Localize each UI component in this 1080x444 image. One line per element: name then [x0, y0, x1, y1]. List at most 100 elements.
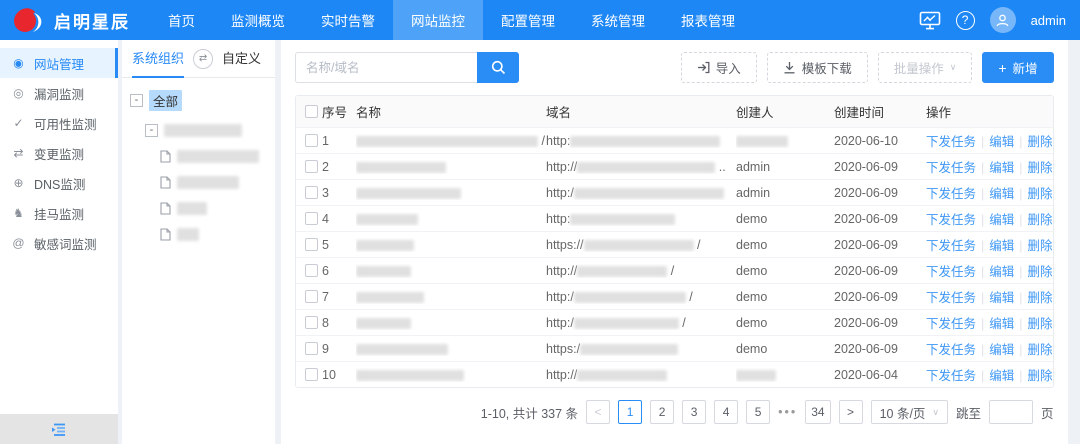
- tree-root-node[interactable]: - 全部: [130, 90, 267, 111]
- row-checkbox[interactable]: [305, 290, 318, 303]
- row-checkbox[interactable]: [305, 134, 318, 147]
- edit-link[interactable]: 编辑: [989, 213, 1014, 227]
- last-page-button[interactable]: 34: [805, 400, 830, 424]
- sidebar-item[interactable]: ⊕DNS监测: [0, 168, 118, 198]
- username-label[interactable]: admin: [1031, 13, 1066, 28]
- edit-link[interactable]: 编辑: [989, 317, 1014, 331]
- page-button-3[interactable]: 3: [682, 400, 706, 424]
- delete-link[interactable]: 删除: [1028, 187, 1053, 201]
- domain-prefix: http:/: [546, 186, 574, 200]
- dispatch-task-link[interactable]: 下发任务: [926, 187, 976, 201]
- page-ellipsis: •••: [778, 405, 797, 419]
- create-time-cell: 2020-06-09: [834, 290, 926, 304]
- tab-system-organization[interactable]: 系统组织: [132, 40, 184, 78]
- edit-link[interactable]: 编辑: [989, 239, 1014, 253]
- delete-link[interactable]: 删除: [1028, 369, 1053, 383]
- dispatch-task-link[interactable]: 下发任务: [926, 317, 976, 331]
- collapse-expander-icon[interactable]: -: [145, 124, 158, 137]
- nav-item-5[interactable]: 配置管理: [483, 0, 573, 40]
- table-header-row: 序号 名称 域名 创建人 创建时间 操作: [296, 96, 1053, 127]
- edit-link[interactable]: 编辑: [989, 291, 1014, 305]
- delete-link[interactable]: 删除: [1028, 343, 1053, 357]
- delete-link[interactable]: 删除: [1028, 265, 1053, 279]
- sidebar-item[interactable]: @敏感词监测: [0, 228, 118, 258]
- collapse-expander-icon[interactable]: -: [130, 94, 143, 107]
- nav-item-4[interactable]: 网站监控: [393, 0, 483, 40]
- row-checkbox[interactable]: [305, 264, 318, 277]
- action-separator: |: [1019, 291, 1022, 305]
- dispatch-task-link[interactable]: 下发任务: [926, 239, 976, 253]
- tree-root-label[interactable]: 全部: [149, 90, 182, 111]
- page-size-select[interactable]: 10 条/页 ∨: [871, 400, 948, 424]
- template-download-button[interactable]: 模板下载: [767, 52, 868, 83]
- prev-page-button[interactable]: <: [586, 400, 610, 424]
- edit-link[interactable]: 编辑: [989, 265, 1014, 279]
- nav-item-1[interactable]: 首页: [150, 0, 213, 40]
- table-row: 5https:// /demo2020-06-09下发任务|编辑|删除: [296, 231, 1053, 257]
- delete-link[interactable]: 删除: [1028, 161, 1053, 175]
- edit-link[interactable]: 编辑: [989, 369, 1014, 383]
- edit-link[interactable]: 编辑: [989, 135, 1014, 149]
- delete-link[interactable]: 删除: [1028, 213, 1053, 227]
- nav-item-6[interactable]: 系统管理: [573, 0, 663, 40]
- batch-operation-label: 批量操作: [894, 58, 944, 77]
- row-checkbox[interactable]: [305, 342, 318, 355]
- edit-link[interactable]: 编辑: [989, 187, 1014, 201]
- avatar[interactable]: [990, 7, 1016, 33]
- dispatch-task-link[interactable]: 下发任务: [926, 291, 976, 305]
- jump-page-input[interactable]: [989, 400, 1033, 424]
- dispatch-task-link[interactable]: 下发任务: [926, 265, 976, 279]
- row-checkbox[interactable]: [305, 160, 318, 173]
- website-name-cell: [356, 160, 546, 174]
- redacted-website-name: [356, 344, 448, 355]
- sidebar-item[interactable]: ◎漏洞监测: [0, 78, 118, 108]
- edit-link[interactable]: 编辑: [989, 161, 1014, 175]
- select-all-checkbox[interactable]: [305, 105, 318, 118]
- page-button-2[interactable]: 2: [650, 400, 674, 424]
- dispatch-task-link[interactable]: 下发任务: [926, 161, 976, 175]
- monitor-chart-icon[interactable]: [919, 11, 941, 30]
- tree-node[interactable]: [160, 176, 267, 189]
- dispatch-task-link[interactable]: 下发任务: [926, 343, 976, 357]
- page-button-5[interactable]: 5: [746, 400, 770, 424]
- delete-link[interactable]: 删除: [1028, 135, 1053, 149]
- collapse-sidebar-icon[interactable]: [51, 423, 68, 436]
- delete-link[interactable]: 删除: [1028, 291, 1053, 305]
- swap-icon[interactable]: ⇄: [193, 49, 213, 69]
- dispatch-task-link[interactable]: 下发任务: [926, 135, 976, 149]
- delete-link[interactable]: 删除: [1028, 317, 1053, 331]
- search-input[interactable]: [295, 52, 477, 83]
- page-button-1[interactable]: 1: [618, 400, 642, 424]
- tree-node[interactable]: -: [145, 124, 267, 137]
- row-checkbox[interactable]: [305, 316, 318, 329]
- row-checkbox[interactable]: [305, 212, 318, 225]
- import-label: 导入: [716, 58, 741, 77]
- next-page-button[interactable]: >: [839, 400, 863, 424]
- search-button[interactable]: [477, 52, 519, 83]
- venustech-logo-icon: [12, 6, 46, 34]
- sidebar-item[interactable]: ⇄变更监测: [0, 138, 118, 168]
- delete-link[interactable]: 删除: [1028, 239, 1053, 253]
- tree-node[interactable]: [160, 228, 267, 241]
- row-checkbox[interactable]: [305, 368, 318, 381]
- import-button[interactable]: 导入: [681, 52, 757, 83]
- add-button[interactable]: + 新增: [982, 52, 1053, 83]
- nav-item-3[interactable]: 实时告警: [303, 0, 393, 40]
- page-button-4[interactable]: 4: [714, 400, 738, 424]
- sidebar-item[interactable]: ♞挂马监测: [0, 198, 118, 228]
- tree-node[interactable]: [160, 150, 267, 163]
- nav-item-7[interactable]: 报表管理: [663, 0, 753, 40]
- sidebar-item[interactable]: ◉网站管理: [0, 48, 118, 78]
- help-icon[interactable]: ?: [956, 11, 975, 30]
- tab-custom[interactable]: 自定义: [222, 40, 261, 78]
- redacted-website-name: [356, 162, 446, 173]
- row-checkbox[interactable]: [305, 186, 318, 199]
- tree-node[interactable]: [160, 202, 267, 215]
- nav-item-2[interactable]: 监测概览: [213, 0, 303, 40]
- row-checkbox[interactable]: [305, 238, 318, 251]
- dispatch-task-link[interactable]: 下发任务: [926, 369, 976, 383]
- edit-link[interactable]: 编辑: [989, 343, 1014, 357]
- batch-operation-button[interactable]: 批量操作 ∨: [878, 52, 973, 83]
- dispatch-task-link[interactable]: 下发任务: [926, 213, 976, 227]
- sidebar-item[interactable]: ✓可用性监测: [0, 108, 118, 138]
